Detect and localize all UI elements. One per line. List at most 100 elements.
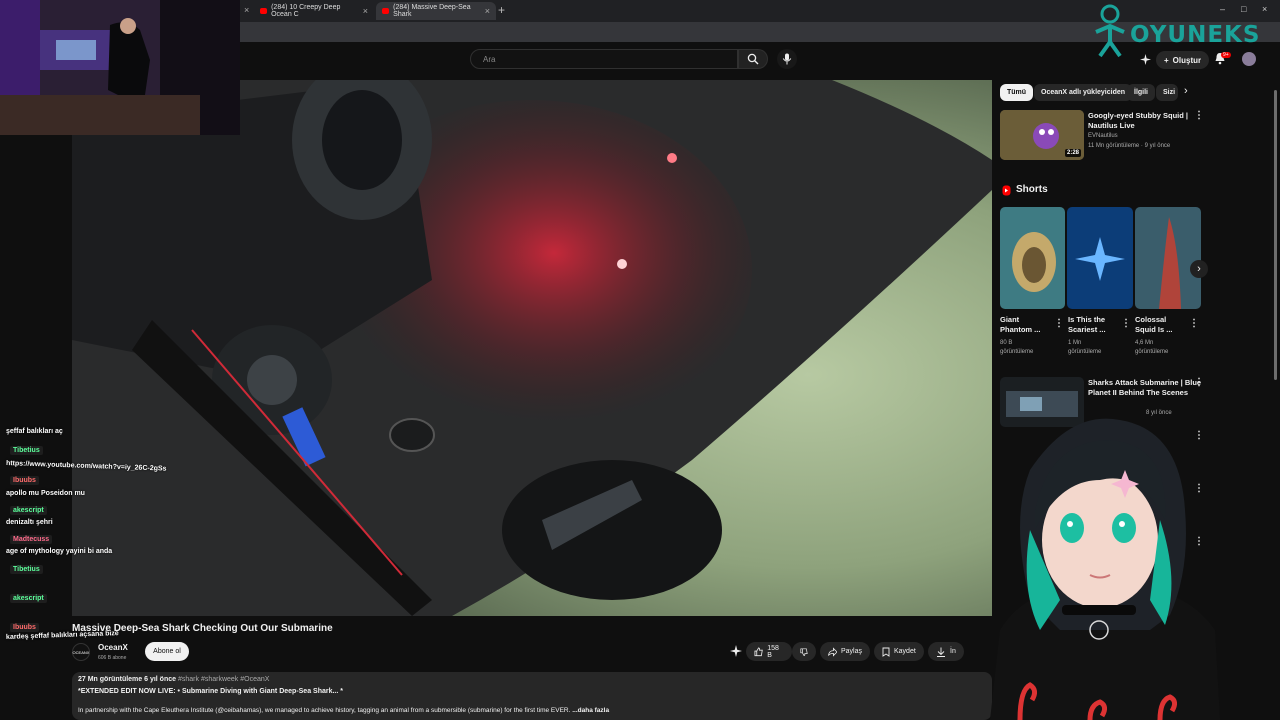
- show-more-link[interactable]: ...daha fazla: [572, 707, 609, 714]
- save-button[interactable]: Kaydet: [874, 642, 924, 661]
- download-label: İn: [950, 648, 956, 655]
- subscribe-button[interactable]: Abone ol: [145, 642, 189, 661]
- description-meta: 27 Mn görüntüleme 6 yıl önce #shark #sha…: [78, 676, 269, 683]
- save-label: Kaydet: [894, 648, 916, 655]
- shorts-next-button[interactable]: ›: [1190, 260, 1208, 278]
- chat-message: apollo mu Poseidon mu: [6, 490, 85, 497]
- tab-close-icon[interactable]: ×: [244, 5, 249, 15]
- hashtags[interactable]: #shark #sharkweek #OceanX: [178, 676, 269, 683]
- like-count: 158 B: [767, 644, 779, 659]
- short-views-line: 80 B: [1000, 340, 1013, 346]
- share-icon: [828, 646, 837, 657]
- browser-tab-active[interactable]: (284) Massive Deep-Sea Shark ×: [376, 2, 496, 20]
- youtube-favicon-icon: [382, 8, 390, 14]
- chip-all[interactable]: Tümü: [1000, 84, 1034, 101]
- screen: × (284) 10 Creepy Deep Ocean C × (284) M…: [0, 0, 1280, 720]
- short-views: 80 B görüntüleme: [1000, 339, 1033, 357]
- video-title: Massive Deep-Sea Shark Checking Out Our …: [72, 623, 333, 634]
- short-thumbnail[interactable]: [1067, 207, 1133, 309]
- chevron-right-icon: ›: [1197, 263, 1201, 275]
- short-title-line: Scariest ...: [1068, 325, 1106, 334]
- short-views-line: 1 Mn: [1068, 340, 1082, 346]
- channel-name[interactable]: EVNautilus: [1088, 132, 1118, 141]
- webcam-overlay: [0, 0, 240, 135]
- chat-message: age of mythology yayini bi anda: [6, 548, 113, 555]
- share-label: Paylaş: [840, 648, 862, 655]
- sparkle-icon[interactable]: [730, 645, 742, 657]
- share-button[interactable]: Paylaş: [820, 642, 870, 661]
- page-scrollbar[interactable]: [1274, 90, 1277, 380]
- short-views: 1 Mn görüntüleme: [1068, 339, 1101, 357]
- chat-username: Tibetius: [10, 446, 43, 455]
- voice-search-button[interactable]: [777, 49, 797, 69]
- chat-username: Madtecuss: [10, 535, 53, 544]
- short-title[interactable]: Giant Phantom ...: [1000, 315, 1040, 335]
- chat-message: denizaltı şehri: [6, 519, 53, 526]
- chat-username: Tibetius: [10, 565, 43, 574]
- short-title-line: Is This the: [1068, 315, 1106, 324]
- tab-label: (284) 10 Creepy Deep Ocean C: [271, 4, 341, 18]
- download-button[interactable]: İn: [928, 642, 964, 661]
- tab-close-icon[interactable]: ×: [485, 6, 490, 16]
- channel-avatar[interactable]: OCEANX: [72, 643, 90, 661]
- chat-message: şeffaf balıkları aç: [6, 428, 63, 435]
- short-views-line: 4,6 Mn: [1135, 340, 1154, 346]
- more-options-icon[interactable]: ⋮: [1121, 318, 1131, 329]
- chat-username: Ibuubs: [10, 476, 39, 485]
- thumbs-down-icon: [800, 647, 808, 656]
- video-title[interactable]: Sharks Attack Submarine | Blue Planet II…: [1088, 378, 1201, 398]
- new-tab-button[interactable]: +: [498, 3, 505, 17]
- video-duration: 2:28: [1064, 149, 1081, 157]
- download-icon: [937, 647, 945, 657]
- video-title-line: Sharks Attack Submarine | Blue: [1088, 378, 1202, 387]
- tab-label: (284) Massive Deep-Sea Shark: [393, 4, 471, 18]
- chip-for-you[interactable]: Sizi: [1156, 84, 1178, 101]
- short-title[interactable]: Is This the Scariest ...: [1068, 315, 1106, 335]
- short-title-line: Phantom ...: [1000, 325, 1041, 334]
- video-player[interactable]: [72, 80, 992, 616]
- more-options-icon[interactable]: ⋮: [1194, 110, 1204, 121]
- views-date: 27 Mn görüntüleme 6 yıl önce: [78, 676, 177, 683]
- short-views-line: görüntüleme: [1135, 349, 1169, 355]
- dislike-button[interactable]: [792, 642, 816, 661]
- subscriber-count: 606 B abone: [98, 655, 127, 661]
- logo-text: OYUNEKS: [1130, 22, 1261, 48]
- search-button[interactable]: [738, 49, 768, 69]
- chevron-right-icon[interactable]: ›: [1184, 85, 1188, 97]
- more-options-icon[interactable]: ⋮: [1194, 377, 1204, 388]
- youtube-favicon-icon: [260, 8, 268, 14]
- chip-related[interactable]: İlgili: [1127, 84, 1155, 101]
- tab-close-icon[interactable]: ×: [363, 6, 368, 16]
- thumbs-up-icon: [754, 646, 763, 656]
- more-options-icon[interactable]: ⋮: [1189, 318, 1199, 329]
- like-button[interactable]: 158 B: [746, 642, 792, 661]
- video-title-line: Nautilus Live: [1088, 121, 1135, 130]
- chat-username: Ibuubs: [10, 623, 39, 632]
- description-text: In partnership with the Cape Eleuthera I…: [78, 707, 609, 714]
- video-title-line: Googly-eyed Stubby Squid |: [1088, 111, 1189, 120]
- search-icon: [747, 53, 759, 65]
- video-meta: 11 Mn görüntüleme · 9 yıl önce: [1088, 143, 1171, 149]
- short-title[interactable]: Colossal Squid Is ...: [1135, 315, 1173, 335]
- description-body: In partnership with the Cape Eleuthera I…: [78, 707, 571, 714]
- browser-tab[interactable]: (284) 10 Creepy Deep Ocean C ×: [254, 2, 374, 20]
- chat-username: akescript: [10, 594, 47, 603]
- short-views-line: görüntüleme: [1068, 349, 1102, 355]
- chip-from-uploader[interactable]: OceanX adlı yükleyiciden: [1034, 84, 1133, 101]
- vtuber-avatar: [990, 418, 1220, 720]
- short-views: 4,6 Mn görüntüleme: [1135, 339, 1168, 357]
- short-views-line: görüntüleme: [1000, 349, 1034, 355]
- channel-name[interactable]: OceanX: [98, 643, 128, 652]
- short-thumbnail[interactable]: [1135, 207, 1201, 309]
- chat-username: akescript: [10, 506, 47, 515]
- short-thumbnail[interactable]: [1000, 207, 1065, 309]
- search-input[interactable]: Ara: [470, 49, 738, 69]
- shorts-heading: Shorts: [1016, 184, 1048, 195]
- bookmark-icon: [882, 647, 890, 657]
- video-title[interactable]: Googly-eyed Stubby Squid | Nautilus Live: [1088, 111, 1188, 131]
- description-highlight: *EXTENDED EDIT NOW LIVE: • Submarine Div…: [78, 688, 343, 695]
- mic-icon: [782, 53, 792, 65]
- more-options-icon[interactable]: ⋮: [1054, 318, 1064, 329]
- video-title-line: Planet II Behind The Scenes: [1088, 388, 1189, 397]
- video-thumbnail[interactable]: 2:28: [1000, 110, 1084, 160]
